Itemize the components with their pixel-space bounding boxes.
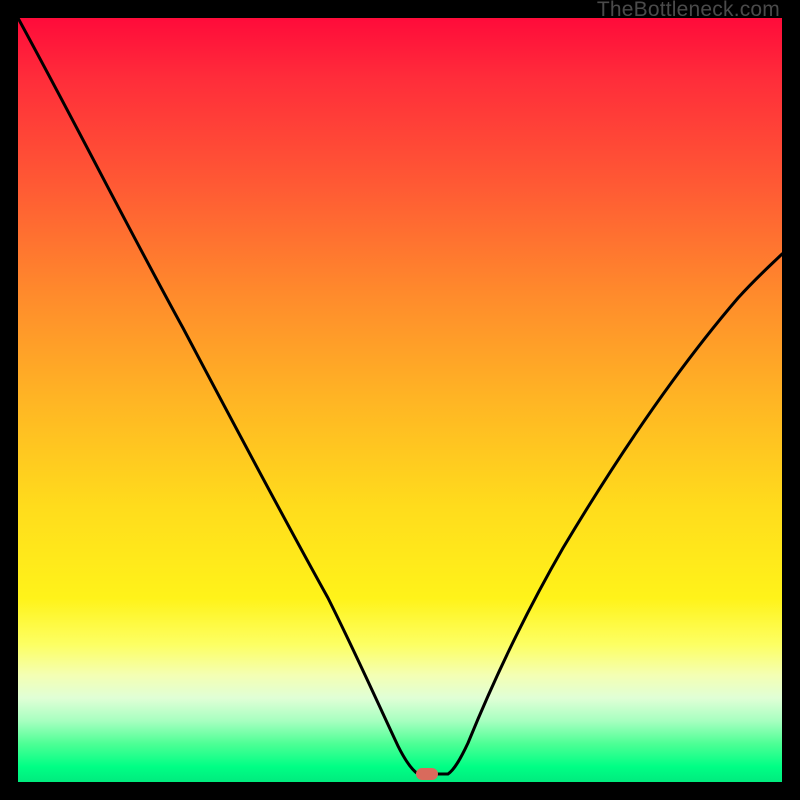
chart-plot-area [18,18,782,782]
chart-frame: TheBottleneck.com [0,0,800,800]
watermark-text: TheBottleneck.com [597,0,780,22]
min-point-marker [416,768,438,780]
